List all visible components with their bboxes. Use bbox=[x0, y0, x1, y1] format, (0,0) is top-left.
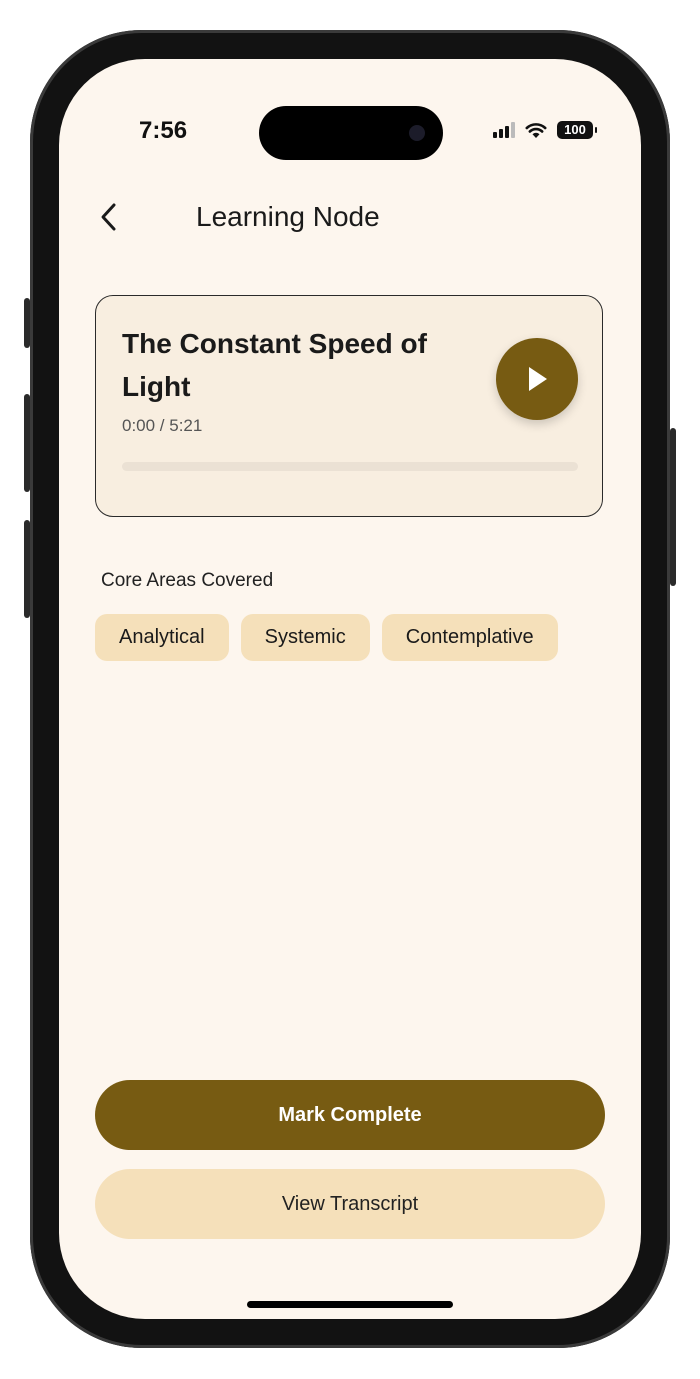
tag-contemplative[interactable]: Contemplative bbox=[381, 614, 558, 661]
home-indicator[interactable] bbox=[247, 1301, 453, 1308]
tag-systemic[interactable]: Systemic bbox=[240, 614, 370, 661]
core-areas-tags: Analytical Systemic Contemplative bbox=[95, 614, 558, 661]
page-title: Learning Node bbox=[196, 201, 380, 232]
dynamic-island bbox=[259, 106, 443, 160]
audio-card: The Constant Speed of Light 0:00 / 5:21 bbox=[95, 295, 603, 517]
volume-down-button bbox=[24, 520, 30, 618]
status-time: 7:56 bbox=[139, 117, 188, 144]
wifi-icon bbox=[525, 122, 547, 138]
core-areas-label: Core Areas Covered bbox=[101, 570, 274, 591]
header: Learning Node bbox=[89, 187, 609, 247]
view-transcript-button[interactable]: View Transcript bbox=[95, 1169, 605, 1239]
camera-icon bbox=[409, 125, 425, 141]
action-button bbox=[24, 298, 30, 348]
tag-analytical[interactable]: Analytical bbox=[95, 614, 229, 661]
lesson-title: The Constant Speed of Light bbox=[122, 328, 427, 402]
play-icon bbox=[529, 367, 547, 391]
signal-icon bbox=[493, 122, 515, 138]
phone-frame: 7:56 100 Learning Node The Constant Spee… bbox=[24, 30, 676, 1348]
power-button bbox=[670, 428, 676, 586]
mark-complete-button[interactable]: Mark Complete bbox=[95, 1080, 605, 1150]
chevron-left-icon bbox=[101, 203, 116, 231]
status-icons: 100 bbox=[493, 121, 597, 139]
battery-icon: 100 bbox=[557, 121, 597, 139]
volume-up-button bbox=[24, 394, 30, 492]
back-button[interactable] bbox=[89, 197, 129, 237]
playback-time: 0:00 / 5:21 bbox=[122, 416, 203, 435]
screen: 7:56 100 Learning Node The Constant Spee… bbox=[59, 59, 641, 1319]
playback-progress-bar[interactable] bbox=[122, 462, 578, 471]
play-button[interactable] bbox=[496, 338, 578, 420]
